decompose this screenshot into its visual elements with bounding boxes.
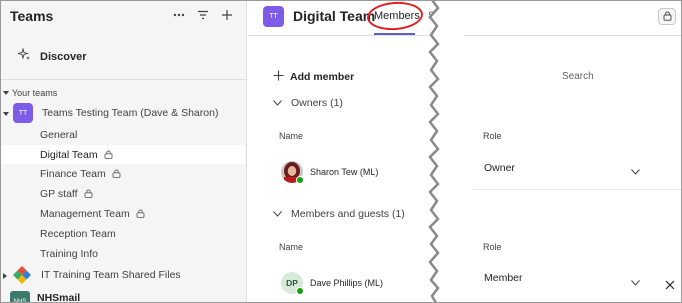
channel-label: General — [40, 128, 78, 141]
chevron-down-icon[interactable] — [631, 162, 640, 180]
name-column-header[interactable]: Name — [279, 131, 303, 141]
lock-button[interactable] — [658, 8, 676, 25]
avatar: DP — [281, 272, 304, 295]
member-row[interactable]: DP Dave Phillips (ML) — [281, 272, 384, 295]
channel-label: Finance Team — [40, 167, 106, 180]
channel-label: Reception Team — [40, 227, 116, 240]
avatar-initials: DP — [286, 278, 298, 288]
caret-right-icon — [3, 266, 8, 284]
torn-edge-decoration — [428, 0, 464, 303]
row-divider — [473, 189, 682, 190]
owners-section-label: Owners (1) — [291, 97, 343, 109]
channel-management-team[interactable]: Management Team — [0, 204, 245, 223]
your-teams-label: Your teams — [12, 88, 58, 98]
channel-label: GP staff — [40, 187, 78, 200]
member-row[interactable]: Sharon Tew (ML) — [281, 161, 379, 184]
chevron-down-icon — [273, 208, 282, 220]
presence-indicator — [296, 176, 304, 184]
channel-training-info[interactable]: Training Info — [0, 244, 245, 263]
channel-digital-team[interactable]: Digital Team — [0, 145, 245, 164]
member-name: Sharon Tew (ML) — [310, 167, 379, 177]
chevron-down-icon — [3, 88, 9, 98]
sparkle-icon — [16, 47, 31, 66]
role-column-header[interactable]: Role — [483, 242, 502, 252]
add-member-label: Add member — [290, 71, 355, 83]
owners-section-toggle[interactable]: Owners (1) — [273, 97, 343, 109]
annotation-circle — [366, 0, 424, 32]
presence-indicator — [296, 287, 304, 295]
members-guests-section-label: Members and guests (1) — [291, 208, 405, 220]
role-column-header[interactable]: Role — [483, 131, 502, 141]
chevron-down-icon[interactable] — [631, 273, 640, 291]
name-column-header[interactable]: Name — [279, 242, 303, 252]
team-name: NHSmail — [37, 292, 81, 303]
more-icon[interactable] — [172, 8, 186, 22]
lock-icon — [84, 189, 93, 198]
team-avatar: NHS — [10, 291, 30, 303]
search-input[interactable]: Search — [562, 71, 594, 82]
lock-icon — [112, 169, 121, 178]
team-avatar-colorful — [12, 265, 32, 285]
team-name: Teams Testing Team (Dave & Sharon) — [42, 107, 219, 119]
remove-member-icon[interactable] — [665, 277, 675, 295]
lock-icon — [663, 8, 672, 26]
your-teams-header[interactable]: Your teams — [3, 88, 57, 98]
channel-label: Digital Team — [40, 148, 98, 161]
lock-icon — [104, 150, 113, 159]
team-item-nhsmail[interactable]: NHS NHSmail — [10, 291, 80, 303]
channel-label: Training Info — [40, 247, 98, 260]
role-dropdown[interactable]: Owner — [484, 162, 515, 174]
channel-finance-team[interactable]: Finance Team — [0, 164, 245, 183]
channel-avatar: TT — [263, 6, 284, 27]
team-avatar: TT — [13, 103, 33, 123]
avatar — [281, 161, 304, 184]
plus-icon — [273, 70, 284, 84]
members-guests-section-toggle[interactable]: Members and guests (1) — [273, 208, 405, 220]
sidebar-divider — [0, 79, 247, 80]
add-member-button[interactable]: Add member — [273, 70, 354, 84]
chevron-down-icon — [273, 97, 282, 109]
sidebar-title: Teams — [10, 8, 54, 24]
member-name: Dave Phillips (ML) — [310, 278, 384, 288]
sidebar-actions — [172, 8, 234, 22]
channel-reception-team[interactable]: Reception Team — [0, 224, 245, 243]
team-name: IT Training Team Shared Files — [41, 269, 181, 281]
channel-general[interactable]: General — [0, 125, 245, 144]
role-dropdown[interactable]: Member — [484, 272, 523, 284]
lock-icon — [136, 209, 145, 218]
channel-title: Digital Team — [293, 8, 376, 24]
discover-label: Discover — [40, 51, 87, 63]
caret-down-icon — [3, 104, 9, 122]
discover-item[interactable]: Discover — [16, 47, 87, 66]
active-tab-indicator — [374, 33, 415, 35]
teams-sidebar: Teams Discover Your teams TT Teams Testi… — [0, 0, 247, 303]
plus-icon[interactable] — [220, 8, 234, 22]
team-item-it-training[interactable]: IT Training Team Shared Files — [3, 265, 181, 285]
team-item-teams-testing[interactable]: TT Teams Testing Team (Dave & Sharon) — [3, 103, 218, 123]
filter-icon[interactable] — [196, 8, 210, 22]
channel-gp-staff[interactable]: GP staff — [0, 184, 245, 203]
channel-label: Management Team — [40, 207, 130, 220]
